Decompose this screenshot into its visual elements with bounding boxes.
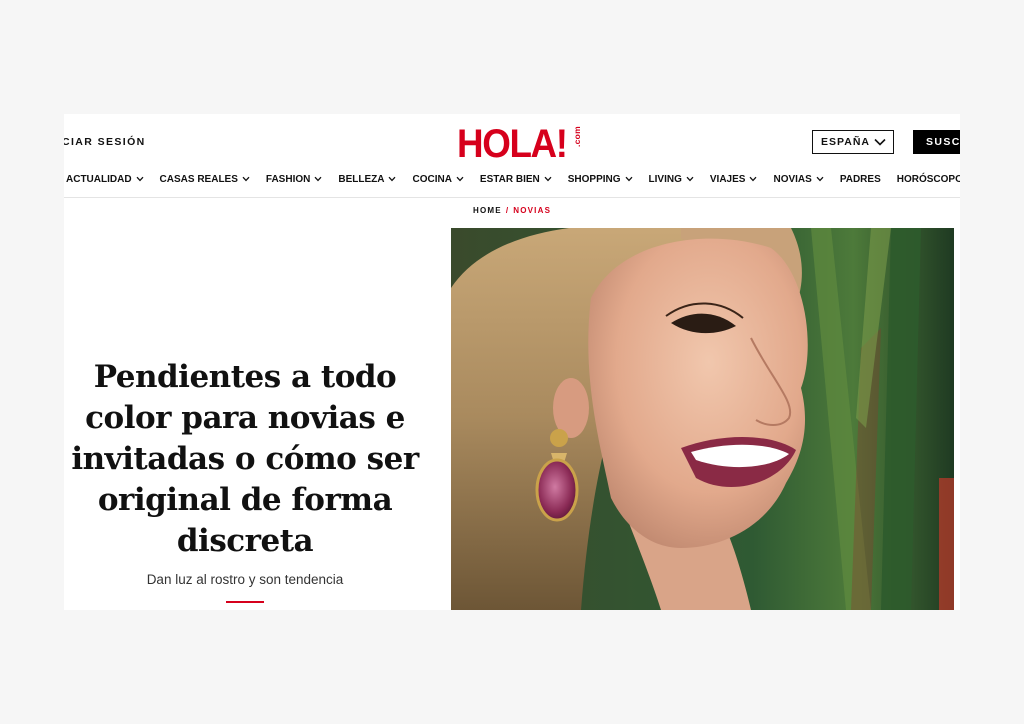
nav-item-padres[interactable]: PADRES xyxy=(840,174,881,185)
nav-item-belleza[interactable]: BELLEZA xyxy=(338,174,396,185)
nav-item-casas-reales[interactable]: CASAS REALES xyxy=(160,174,250,185)
chevron-down-icon xyxy=(625,176,633,182)
chevron-down-icon xyxy=(749,176,757,182)
article-headline: Pendientes a todo color para novias e in… xyxy=(71,359,419,559)
breadcrumb-separator: / xyxy=(505,206,510,215)
page-container: CIAR SESIÓN HOLA! .com ESPAÑA SUSC ACTUA… xyxy=(64,114,960,610)
logo-suffix: .com xyxy=(572,126,583,148)
chevron-down-icon xyxy=(544,176,552,182)
nav-item-label: FASHION xyxy=(265,173,311,185)
nav-item-horóscopo[interactable]: HORÓSCOPO xyxy=(897,174,960,185)
nav-item-novias[interactable]: NOVIAS xyxy=(773,173,824,185)
country-select-label: ESPAÑA xyxy=(821,136,870,148)
chevron-down-icon xyxy=(456,176,464,182)
nav-item-label: SHOPPING xyxy=(567,173,621,185)
nav-item-label: LIVING xyxy=(648,173,682,185)
main-nav: ACTUALIDAD CASAS REALES FASHION BELLEZA COCI… xyxy=(66,172,960,186)
nav-divider xyxy=(64,197,960,198)
nav-item-living[interactable]: LIVING xyxy=(649,174,694,185)
subscribe-button[interactable]: SUSC xyxy=(913,130,960,154)
breadcrumb-current[interactable]: NOVIAS xyxy=(513,206,551,215)
chevron-down-icon xyxy=(686,176,694,182)
nav-item-label: PADRES xyxy=(839,173,881,185)
nav-item-actualidad[interactable]: ACTUALIDAD xyxy=(66,174,144,185)
breadcrumb-home[interactable]: HOME xyxy=(473,206,502,215)
site-logo[interactable]: HOLA! .com xyxy=(457,124,582,164)
nav-item-viajes[interactable]: VIAJES xyxy=(710,174,758,185)
nav-item-shopping[interactable]: SHOPPING xyxy=(568,174,633,185)
breadcrumb: HOME / NOVIAS xyxy=(473,206,551,215)
article-subtitle: Dan luz al rostro y son tendencia xyxy=(146,572,344,587)
chevron-down-icon xyxy=(388,176,396,182)
nav-item-label: COCINA xyxy=(412,173,452,185)
nav-item-label: BELLEZA xyxy=(338,173,385,185)
nav-item-label: NOVIAS xyxy=(773,173,812,185)
nav-item-fashion[interactable]: FASHION xyxy=(266,174,322,185)
nav-item-label: VIAJES xyxy=(709,173,746,185)
logo-wordmark: HOLA! xyxy=(457,122,568,166)
accent-rule xyxy=(226,601,264,603)
country-select[interactable]: ESPAÑA xyxy=(812,130,894,154)
nav-item-cocina[interactable]: COCINA xyxy=(412,173,464,185)
login-link[interactable]: CIAR SESIÓN xyxy=(64,136,146,148)
chevron-down-icon xyxy=(874,133,886,151)
nav-item-estar-bien[interactable]: ESTAR BIEN xyxy=(480,174,552,185)
hero-image xyxy=(451,228,954,610)
chevron-down-icon xyxy=(816,176,824,182)
chevron-down-icon xyxy=(242,176,250,182)
chevron-down-icon xyxy=(314,176,322,182)
chevron-down-icon xyxy=(136,176,144,182)
nav-item-label: ACTUALIDAD xyxy=(66,173,132,185)
nav-item-label: HORÓSCOPO xyxy=(896,173,960,185)
nav-item-label: ESTAR BIEN xyxy=(479,173,540,185)
nav-item-label: CASAS REALES xyxy=(159,173,238,185)
